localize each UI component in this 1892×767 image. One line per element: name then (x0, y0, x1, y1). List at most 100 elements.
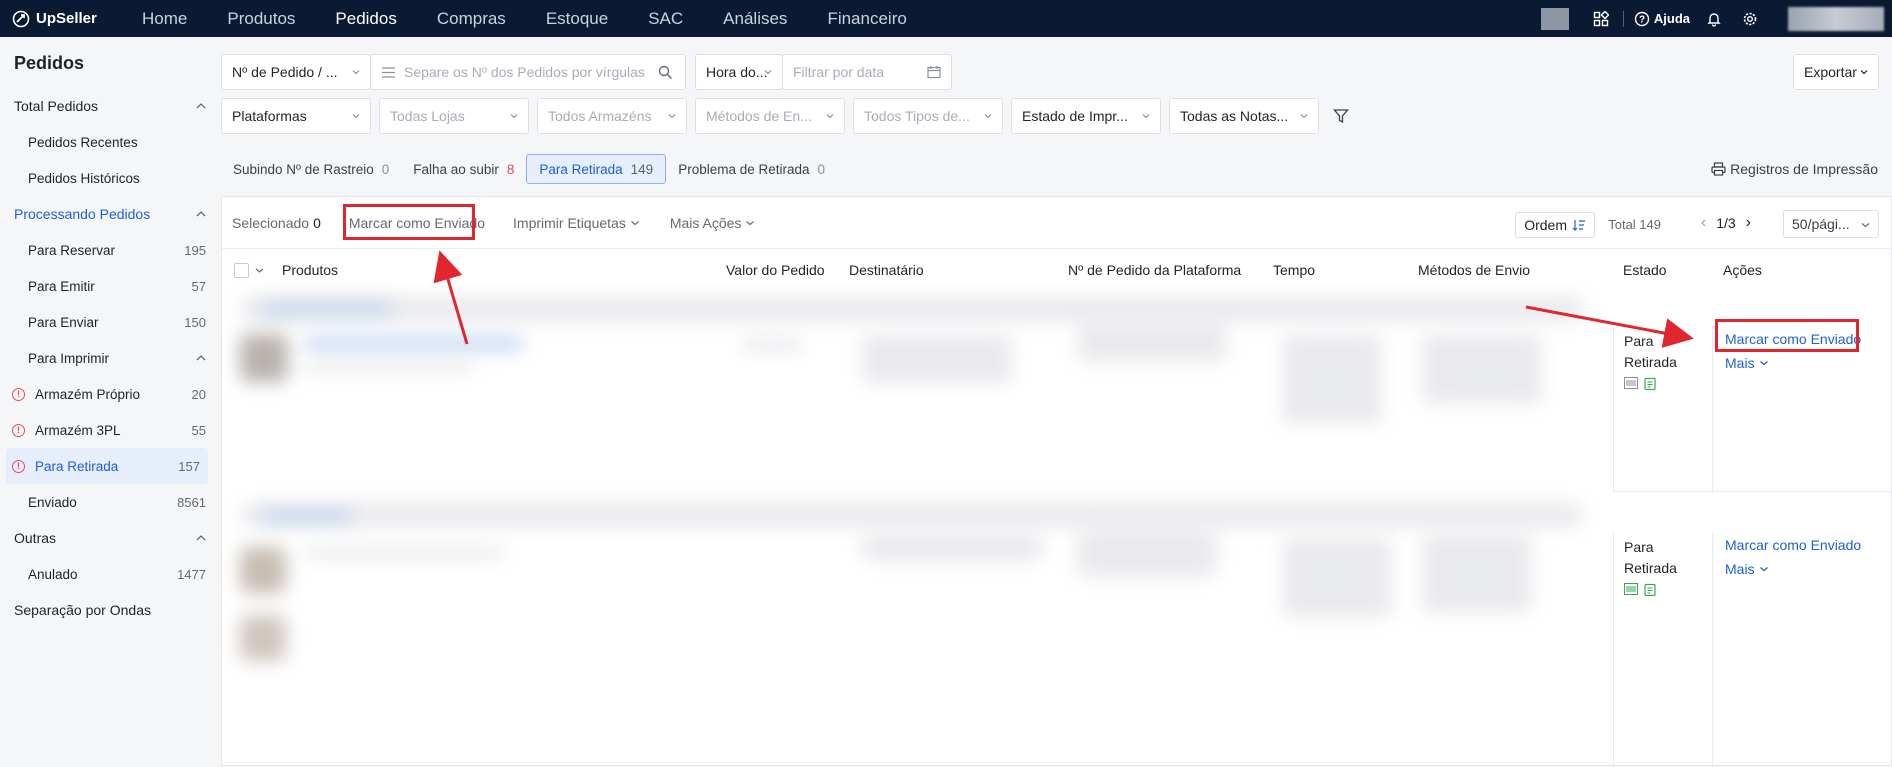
sidebar-item-label: Anulado (28, 566, 78, 582)
time-blur (1282, 334, 1382, 424)
store-select[interactable]: Todas Lojas (379, 98, 529, 134)
sidebar-group-label: Outras (14, 530, 57, 546)
order-row[interactable] (222, 290, 1891, 495)
apps-grid-icon[interactable] (1593, 10, 1609, 27)
tab-label: Subindo Nº de Rastreio (233, 161, 374, 177)
sidebar-group-outras[interactable]: Outras (0, 520, 220, 556)
filter-icon[interactable] (1333, 108, 1349, 124)
warehouse-select[interactable]: Todos Armazéns (537, 98, 687, 134)
platform-select[interactable]: Plataformas (221, 98, 371, 134)
next-page-icon[interactable]: › (1746, 214, 1751, 232)
print-records-link[interactable]: Registros de Impressão (1711, 161, 1878, 177)
nav-estoque[interactable]: Estoque (526, 0, 628, 37)
user-account-menu[interactable] (1788, 6, 1884, 31)
sidebar-item-armazem-3pl[interactable]: ! Armazém 3PL 55 (0, 412, 220, 448)
nav-pedidos[interactable]: Pedidos (315, 0, 416, 37)
sidebar-item-count: 1477 (177, 566, 206, 582)
upseller-logo[interactable]: UpSeller (12, 10, 122, 28)
tab-label: Problema de Retirada (678, 161, 810, 177)
more-menu-button[interactable]: Mais (1725, 561, 1769, 577)
order-status: Para Retirada (1624, 331, 1677, 390)
nav-analises[interactable]: Análises (703, 0, 807, 37)
sidebar-item-para-reservar[interactable]: Para Reservar 195 (0, 232, 220, 268)
sidebar-item-enviado[interactable]: Enviado 8561 (0, 484, 220, 520)
calendar-icon (927, 66, 941, 79)
order-header-blur (242, 296, 1582, 322)
col-destinatario: Destinatário (849, 262, 924, 278)
select-all-checkbox[interactable] (234, 263, 249, 278)
chevron-down-icon (668, 114, 676, 119)
sidebar-group-processando[interactable]: Processando Pedidos (0, 196, 220, 232)
product-image (240, 334, 288, 382)
sidebar-item-para-enviar[interactable]: Para Enviar 150 (0, 304, 220, 340)
order-header-blur (242, 503, 1582, 527)
chevron-down-icon (1861, 223, 1870, 228)
tab-subindo-rastreio[interactable]: Subindo Nº de Rastreio 0 (221, 154, 401, 184)
sidebar-item-label: Armazém Próprio (35, 386, 141, 402)
print-labels-button[interactable]: Imprimir Etiquetas (513, 215, 640, 231)
col-estado: Estado (1623, 262, 1667, 278)
nav-sac[interactable]: SAC (628, 0, 703, 37)
notes-select[interactable]: Todas as Notas... (1169, 98, 1319, 134)
search-icon[interactable] (658, 65, 673, 80)
chevron-down-icon (984, 114, 992, 119)
nav-produtos[interactable]: Produtos (207, 0, 315, 37)
invoice-icon (1644, 583, 1656, 596)
chevron-down-icon (352, 114, 360, 119)
nav-home[interactable]: Home (122, 0, 207, 37)
help-icon: ? (1634, 11, 1650, 26)
help-button[interactable]: ? Ajuda (1634, 11, 1690, 27)
sidebar-item-para-emitir[interactable]: Para Emitir 57 (0, 268, 220, 304)
sidebar-item-recentes[interactable]: Pedidos Recentes (0, 124, 220, 160)
per-page-value: 50/pági... (1792, 216, 1850, 232)
svg-text:?: ? (1639, 14, 1645, 25)
recipient-blur (862, 533, 1042, 561)
gear-icon[interactable] (1742, 11, 1758, 27)
select-value: Plataformas (232, 108, 307, 124)
sidebar-item-count: 55 (191, 422, 206, 438)
tab-para-retirada[interactable]: Para Retirada 149 (526, 154, 667, 184)
search-placeholder: Separe os Nº dos Pedidos por vírgulas (404, 64, 645, 80)
sidebar-item-label: Para Retirada (35, 458, 119, 474)
shipping-method-select[interactable]: Métodos de En... (695, 98, 845, 134)
chevron-down-icon[interactable] (255, 267, 264, 274)
warning-icon: ! (12, 459, 25, 473)
per-page-select[interactable]: 50/pági... (1783, 210, 1879, 238)
nav-compras[interactable]: Compras (417, 0, 526, 37)
order-search-input[interactable]: Separe os Nº dos Pedidos por vírgulas (370, 54, 686, 90)
top-navigation-bar: UpSeller Home Produtos Pedidos Compras E… (0, 0, 1892, 37)
chevron-down-icon (764, 70, 772, 75)
chevron-down-icon (1142, 114, 1150, 119)
tab-label: Falha ao subir (413, 161, 499, 177)
chevron-down-icon (1759, 361, 1768, 366)
sidebar-item-count: 8561 (177, 494, 206, 510)
sidebar-group-total[interactable]: Total Pedidos (0, 88, 220, 124)
mark-as-shipped-link[interactable]: Marcar como Enviado (1725, 537, 1861, 553)
sidebar-item-para-imprimir[interactable]: Para Imprimir (0, 340, 220, 376)
date-filter-input[interactable]: Filtrar por data (782, 54, 952, 90)
sidebar-item-anulado[interactable]: Anulado 1477 (0, 556, 220, 592)
sidebar-item-label: Para Enviar (28, 314, 99, 330)
tab-problema-retirada[interactable]: Problema de Retirada 0 (666, 154, 837, 184)
nav-financeiro[interactable]: Financeiro (807, 0, 926, 37)
export-button[interactable]: Exportar (1793, 54, 1879, 90)
chevron-down-icon (352, 70, 360, 75)
more-actions-button[interactable]: Mais Ações (670, 215, 756, 231)
sidebar-item-para-retirada[interactable]: ! Para Retirada 157 (6, 448, 208, 484)
bell-icon[interactable] (1706, 11, 1722, 27)
order-number-type-select[interactable]: Nº de Pedido / ... (221, 54, 371, 90)
more-menu-button[interactable]: Mais (1725, 355, 1769, 371)
sort-order-button[interactable]: Ordem (1515, 212, 1595, 238)
status-line1: Para (1624, 333, 1654, 349)
time-type-select[interactable]: Hora do... (695, 54, 783, 90)
type-select[interactable]: Todos Tipos de... (853, 98, 1003, 134)
col-acoes: Ações (1723, 262, 1762, 278)
sidebar-item-historicos[interactable]: Pedidos Históricos (0, 160, 220, 196)
shop-avatar[interactable] (1540, 7, 1569, 30)
sidebar-item-armazem-proprio[interactable]: ! Armazém Próprio 20 (0, 376, 220, 412)
tab-falha-ao-subir[interactable]: Falha ao subir 8 (401, 154, 526, 184)
product-name-blur (304, 547, 504, 559)
prev-page-icon[interactable]: ‹ (1701, 214, 1706, 232)
sidebar-item-separacao-ondas[interactable]: Separação por Ondas (0, 592, 220, 628)
print-status-select[interactable]: Estado de Impr... (1011, 98, 1161, 134)
